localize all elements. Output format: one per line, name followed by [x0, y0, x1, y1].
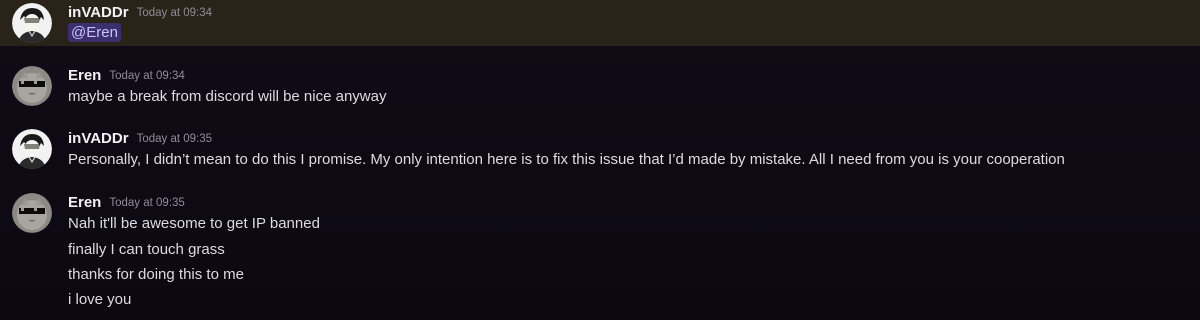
anime-boy-avatar-icon — [12, 3, 52, 43]
message-group: Eren Today at 09:34 maybe a break from di… — [0, 64, 1200, 110]
sunglasses-cat-avatar-icon — [12, 193, 52, 233]
anime-boy-avatar-icon — [12, 129, 52, 169]
author-name[interactable]: inVADDr — [68, 4, 129, 21]
author-name[interactable]: inVADDr — [68, 130, 129, 147]
message-timestamp: Today at 09:34 — [136, 7, 213, 19]
message-author[interactable]: Eren Today at 09:35 — [68, 194, 185, 211]
message-text: Nah it'll be awesome to get IP banned — [68, 215, 320, 232]
chat-message-list: inVADDr Today at 09:34 @Eren Eren Today at… — [0, 0, 1200, 320]
message-text: finally I can touch grass — [68, 241, 225, 258]
user-mention[interactable]: @Eren — [68, 23, 121, 42]
message-text: thanks for doing this to me — [68, 266, 244, 283]
author-name[interactable]: Eren — [68, 194, 101, 211]
message-text: Personally, I didn’t mean to do this I p… — [68, 151, 1065, 168]
message-group-highlighted: inVADDr Today at 09:34 @Eren — [0, 0, 1200, 46]
message-timestamp: Today at 09:35 — [136, 133, 213, 145]
user-avatar[interactable] — [12, 66, 52, 106]
user-avatar[interactable] — [12, 3, 52, 43]
message-timestamp: Today at 09:35 — [109, 197, 185, 209]
user-avatar[interactable] — [12, 193, 52, 233]
message-text: i love you — [68, 291, 132, 308]
user-avatar[interactable] — [12, 129, 52, 169]
message-timestamp: Today at 09:34 — [109, 70, 185, 82]
message-content: @Eren — [68, 23, 121, 42]
message-author[interactable]: Eren Today at 09:34 — [68, 67, 185, 84]
message-author[interactable]: inVADDr Today at 09:34 — [68, 4, 212, 21]
message-author[interactable]: inVADDr Today at 09:35 — [68, 130, 212, 147]
author-name[interactable]: Eren — [68, 67, 101, 84]
message-group: inVADDr Today at 09:35 Personally, I didn… — [0, 127, 1200, 173]
message-group: Eren Today at 09:35 Nah it'll be awesome … — [0, 191, 1200, 316]
message-text: maybe a break from discord will be nice … — [68, 88, 387, 105]
sunglasses-cat-avatar-icon — [12, 66, 52, 106]
